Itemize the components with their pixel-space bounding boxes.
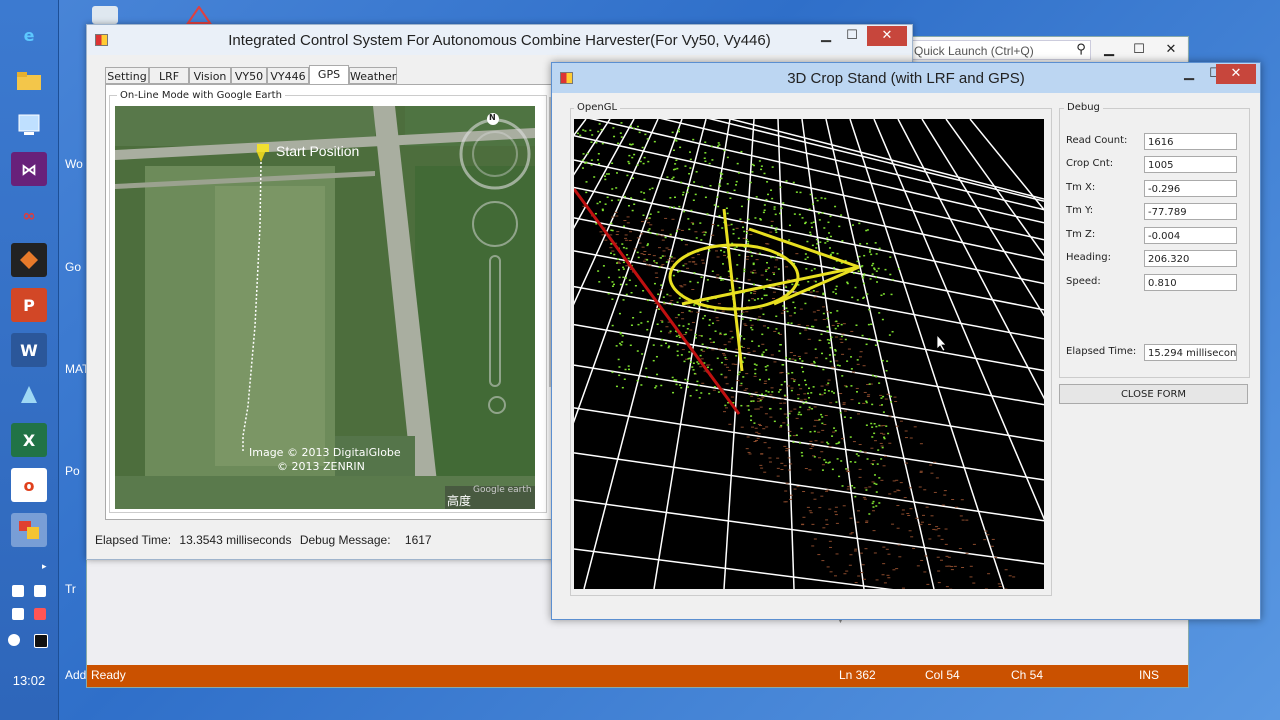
pen-icon[interactable] <box>34 585 46 597</box>
tm-y-label: Tm Y: <box>1066 205 1094 216</box>
main-maximize-button[interactable]: ☐ <box>839 26 865 46</box>
powerpoint-icon[interactable]: P <box>11 288 47 322</box>
crop-point-cloud <box>576 122 900 515</box>
heading-field[interactable]: 206.320 <box>1144 250 1237 267</box>
main-titlebar: Integrated Control System For Autonomous… <box>87 25 912 55</box>
tm-x-field[interactable]: -0.296 <box>1144 180 1237 197</box>
opengl-group-label: OpenGL <box>574 102 621 113</box>
tab-vy50[interactable]: VY50 <box>231 67 267 84</box>
crop-elapsed-field[interactable]: 15.294 milliseconds <box>1144 344 1237 361</box>
tab-vy446[interactable]: VY446 <box>267 67 309 84</box>
file-explorer-icon[interactable] <box>11 64 47 98</box>
status-char: Ch 54 <box>1011 668 1044 682</box>
desktop-label-1: Wo <box>65 157 83 171</box>
crop-window-title: 3D Crop Stand (with LRF and GPS) <box>787 70 1025 87</box>
google-earth-logo: Google earth <box>473 485 532 495</box>
tab-weather[interactable]: Weather <box>349 67 397 84</box>
path-line <box>574 188 741 415</box>
google-earth-view[interactable]: N Start Position Image © 2013 DigitalGlo… <box>115 106 535 509</box>
tray-expand-icon[interactable]: ▸ <box>42 562 47 572</box>
recycle-bin-icon[interactable] <box>92 6 118 24</box>
tm-z-field[interactable]: -0.004 <box>1144 227 1237 244</box>
vs-maximize-button[interactable]: ☐ <box>1127 40 1151 60</box>
status-line: Ln 362 <box>839 668 876 682</box>
crop-count-label: Crop Cnt: <box>1066 158 1114 169</box>
desktop-label-6: Add <box>65 668 87 682</box>
search-icon[interactable]: ⚲ <box>1069 40 1093 60</box>
taskbar: e ⋈ ∞ P W X o ▸ 13:02 <box>0 0 59 720</box>
debug-message-value: 1617 <box>404 533 432 547</box>
crop-close-button[interactable]: ✕ <box>1216 64 1256 84</box>
crop-stand-window: 3D Crop Stand (with LRF and GPS) ▁ ☐ ✕ O… <box>551 62 1261 620</box>
excel-icon[interactable]: X <box>11 423 47 457</box>
start-position-label: Start Position <box>276 143 360 159</box>
vehicle-marker <box>668 208 860 372</box>
app-crystal-icon[interactable] <box>11 378 47 412</box>
word-icon[interactable]: W <box>11 333 47 367</box>
crop-minimize-button[interactable]: ▁ <box>1176 64 1202 84</box>
google-earth-group-label: On-Line Mode with Google Earth <box>117 90 285 101</box>
main-status-bar: Elapsed Time: 13.3543 milliseconds Debug… <box>95 533 437 547</box>
main-minimize-button[interactable]: ▁ <box>813 26 839 46</box>
tab-lrf[interactable]: LRF <box>149 67 189 84</box>
quick-launch-input[interactable]: Quick Launch (Ctrl+Q) <box>911 40 1091 60</box>
app-infinity-icon[interactable]: ∞ <box>11 198 47 232</box>
vs-close-button[interactable]: ✕ <box>1159 40 1183 60</box>
close-circle-icon[interactable] <box>8 634 20 646</box>
map-zoom-slider-handle[interactable] <box>488 396 506 414</box>
heading-label: Heading: <box>1066 252 1111 263</box>
close-form-button[interactable]: CLOSE FORM <box>1059 384 1248 404</box>
tab-setting[interactable]: Setting <box>105 67 149 84</box>
tab-vision[interactable]: Vision <box>189 67 231 84</box>
elapsed-time-label: Elapsed Time: <box>95 533 172 547</box>
debug-message-label: Debug Message: <box>299 533 391 547</box>
clock[interactable]: 13:02 <box>0 673 58 688</box>
compass-north-label: N <box>489 113 496 122</box>
visual-studio-icon[interactable]: ⋈ <box>11 152 47 186</box>
ground-grid <box>574 119 1044 589</box>
opengl-3d-view[interactable] <box>574 119 1044 589</box>
crop-count-field[interactable]: 1005 <box>1144 156 1237 173</box>
speed-label: Speed: <box>1066 276 1101 287</box>
speed-field[interactable]: 0.810 <box>1144 274 1237 291</box>
read-count-label: Read Count: <box>1066 135 1128 146</box>
internet-explorer-icon[interactable]: e <box>11 18 47 52</box>
tm-y-field[interactable]: -77.789 <box>1144 203 1237 220</box>
main-close-button[interactable]: ✕ <box>867 26 907 46</box>
status-ready: Ready <box>91 668 126 682</box>
mouse-cursor-icon <box>936 333 948 355</box>
crop-elapsed-label: Elapsed Time: <box>1066 346 1137 357</box>
tm-z-label: Tm Z: <box>1066 229 1096 240</box>
ground-point-cloud <box>582 205 1016 589</box>
imagery-credit-2: © 2013 ZENRIN <box>277 460 365 473</box>
desktop-label-2: Go <box>65 260 82 274</box>
status-column: Col 54 <box>925 668 960 682</box>
control-panel-icon[interactable] <box>11 108 47 142</box>
desktop-label-5: Tr <box>65 582 76 596</box>
debug-group-label: Debug <box>1064 102 1103 113</box>
main-window-title: Integrated Control System For Autonomous… <box>228 32 771 49</box>
tab-gps[interactable]: GPS <box>309 65 349 85</box>
desktop-app-icon[interactable] <box>186 5 212 24</box>
altitude-label: 高度 <box>447 494 472 508</box>
app-diamond-icon[interactable] <box>11 243 47 277</box>
network-icon[interactable] <box>12 608 24 620</box>
flag-icon[interactable] <box>12 585 24 597</box>
read-count-field[interactable]: 1616 <box>1144 133 1237 150</box>
tm-x-label: Tm X: <box>1066 182 1096 193</box>
imagery-credit-1: Image © 2013 DigitalGlobe <box>249 446 401 459</box>
crop-titlebar: 3D Crop Stand (with LRF and GPS) ▁ ☐ ✕ <box>552 63 1260 93</box>
this-app-icon[interactable] <box>11 513 47 547</box>
volume-mute-icon[interactable] <box>34 608 46 620</box>
desktop-label-4: Po <box>65 464 80 478</box>
status-insert: INS <box>1139 668 1160 682</box>
vs-status-bar: Ready Ln 362 Col 54 Ch 54 INS <box>87 665 1188 687</box>
vs-minimize-button[interactable]: ▁ <box>1097 40 1121 60</box>
app-tray-icon[interactable] <box>34 634 48 648</box>
office-app-icon[interactable]: o <box>11 468 47 502</box>
elapsed-time-value: 13.3543 milliseconds <box>179 533 292 547</box>
